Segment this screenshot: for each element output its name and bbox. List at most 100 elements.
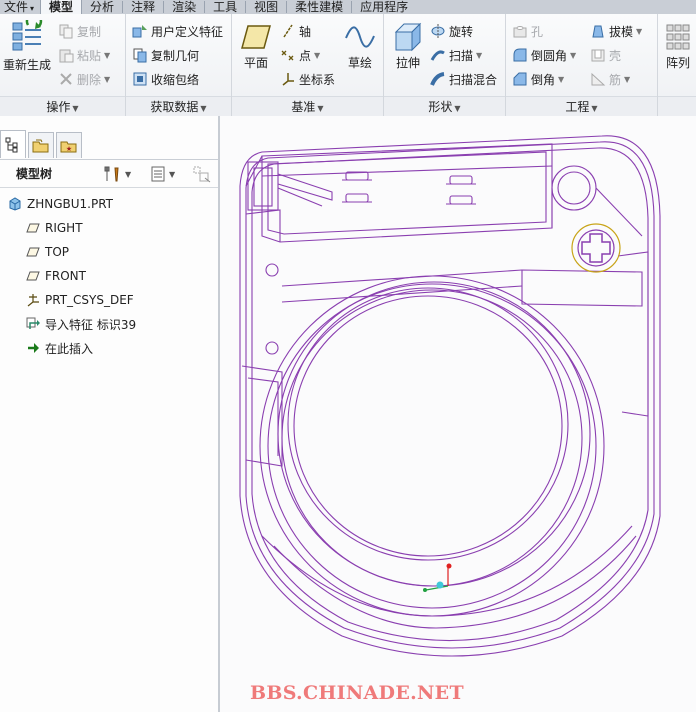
tab-annotate[interactable]: 注释	[123, 0, 163, 14]
tree-item-label: RIGHT	[45, 221, 83, 235]
group-shapes-label[interactable]: 形状 ▼	[384, 96, 505, 116]
paste-button[interactable]: 粘贴 ▼	[58, 45, 110, 65]
screw-highlight[interactable]	[571, 223, 621, 273]
tab-tools[interactable]: 工具	[205, 0, 245, 14]
copy-geometry-icon	[133, 48, 147, 63]
slot	[345, 193, 369, 203]
group-datum-label[interactable]: 基准 ▼	[232, 96, 383, 116]
copy-geometry-button[interactable]: 复制几何	[132, 45, 199, 65]
plane-label: 平面	[243, 56, 268, 70]
tab-render[interactable]: 渲染	[164, 0, 204, 14]
tree-item-top[interactable]: TOP	[0, 240, 218, 264]
rib-icon	[591, 72, 606, 86]
ring-outer	[259, 275, 605, 617]
body-outline-inner	[245, 141, 655, 649]
csys-button[interactable]: 坐标系	[280, 69, 335, 89]
pattern-button[interactable]: 阵列	[662, 22, 694, 71]
group-get-data-label[interactable]: 获取数据 ▼	[126, 96, 231, 116]
delete-icon	[60, 73, 72, 85]
draft-label: 拔模	[609, 24, 634, 39]
chamfer-button[interactable]: 倒角 ▼	[512, 69, 564, 89]
tree-item-part[interactable]: ZHNGBU1.PRT	[0, 192, 218, 216]
tab-flexible-modeling[interactable]: 柔性建模	[287, 0, 351, 14]
model-tree-title: 模型树	[16, 167, 53, 181]
chevron-down-icon: ▼	[104, 50, 111, 60]
chevron-down-icon: ▾	[30, 4, 35, 13]
chevron-down-icon: ▼	[476, 50, 483, 60]
draft-button[interactable]: 拔模 ▼	[590, 21, 642, 41]
ribs	[281, 269, 523, 303]
group-pattern-footer	[658, 96, 696, 116]
tree-item-import-feature[interactable]: 导入特征 标识39	[0, 312, 218, 336]
tree-item-csys[interactable]: PRT_CSYS_DEF	[0, 288, 218, 312]
datum-plane-icon	[241, 25, 271, 49]
chevron-down-icon: ▼	[72, 104, 79, 113]
tree-item-front[interactable]: FRONT	[0, 264, 218, 288]
copy-button[interactable]: 复制	[58, 21, 101, 41]
tab-file[interactable]: 文件 ▾	[0, 0, 40, 14]
tab-model-tree[interactable]	[0, 130, 26, 158]
regenerate-icon	[12, 20, 43, 51]
group-operations: 重新生成 复制 粘贴 ▼ 删除 ▼ 操作 ▼	[0, 14, 126, 116]
axis-button[interactable]: 轴	[280, 21, 311, 41]
csys-label: 坐标系	[299, 72, 336, 87]
hole-button[interactable]: 孔	[512, 21, 543, 41]
sketch-button[interactable]: 草绘	[340, 22, 380, 71]
group-operations-label[interactable]: 操作 ▼	[0, 96, 125, 116]
tree-filter-button[interactable]	[192, 164, 212, 184]
delete-button[interactable]: 删除 ▼	[58, 69, 110, 89]
csys-icon	[27, 294, 39, 307]
right-brace	[617, 251, 649, 417]
ring-inner-2	[281, 289, 583, 587]
graphics-window[interactable]	[222, 116, 696, 712]
rib-button[interactable]: 筋 ▼	[590, 69, 630, 89]
group-engineering-label-text: 工程	[565, 100, 590, 114]
body-outline	[239, 135, 661, 657]
tree-item-right[interactable]: RIGHT	[0, 216, 218, 240]
tree-settings-button[interactable]: ▼	[104, 164, 131, 184]
revolve-button[interactable]: 旋转	[430, 21, 473, 41]
plane-button[interactable]: 平面	[236, 22, 276, 71]
chamfer-label: 倒角	[531, 72, 556, 87]
chevron-down-icon: ▼	[314, 50, 321, 60]
swept-blend-icon	[430, 72, 445, 86]
udf-button[interactable]: 用户定义特征	[132, 21, 223, 41]
tree-item-label: 导入特征 标识39	[45, 317, 137, 332]
revolve-label: 旋转	[449, 24, 474, 39]
group-operations-label-text: 操作	[46, 100, 71, 114]
svg-text:★: ★	[66, 145, 72, 153]
sweep-button[interactable]: 扫描 ▼	[430, 45, 482, 65]
tab-folder-browser[interactable]	[28, 132, 54, 158]
top-right-boss	[551, 165, 597, 211]
part-icon	[9, 197, 21, 211]
round-button[interactable]: 倒圆角 ▼	[512, 45, 576, 65]
shrinkwrap-button[interactable]: 收缩包络	[132, 69, 199, 89]
regenerate-label: 重新生成	[2, 58, 51, 72]
tree-item-insert-here[interactable]: 在此插入	[0, 336, 218, 360]
tab-applications[interactable]: 应用程序	[352, 0, 416, 14]
tab-view[interactable]: 视图	[246, 0, 286, 14]
tab-model[interactable]: 模型	[40, 0, 83, 14]
left-clip-inner	[253, 167, 273, 207]
tab-favorites[interactable]: ★	[56, 132, 82, 158]
paste-icon	[59, 49, 74, 63]
hole-label: 孔	[531, 24, 544, 39]
datum-plane-icon	[26, 271, 40, 281]
csys-icon	[282, 73, 294, 86]
point-button[interactable]: 点 ▼	[280, 45, 320, 65]
slot-edges	[342, 179, 476, 205]
extrude-button[interactable]: 拉伸	[388, 22, 428, 71]
slot	[449, 195, 473, 205]
shell-label: 壳	[609, 48, 622, 63]
part-wireframe[interactable]	[222, 116, 696, 712]
small-hole	[265, 263, 279, 277]
shell-button[interactable]: 壳	[590, 45, 621, 65]
tree-show-button[interactable]: ▼	[150, 164, 175, 184]
swept-blend-button[interactable]: 扫描混合	[430, 69, 497, 89]
draft-icon	[592, 25, 604, 38]
small-hole	[265, 341, 279, 355]
regenerate-button[interactable]: 重新生成	[2, 20, 52, 73]
tab-analysis[interactable]: 分析	[82, 0, 122, 14]
group-engineering-label[interactable]: 工程 ▼	[506, 96, 657, 116]
tree-item-label: FRONT	[45, 269, 86, 283]
